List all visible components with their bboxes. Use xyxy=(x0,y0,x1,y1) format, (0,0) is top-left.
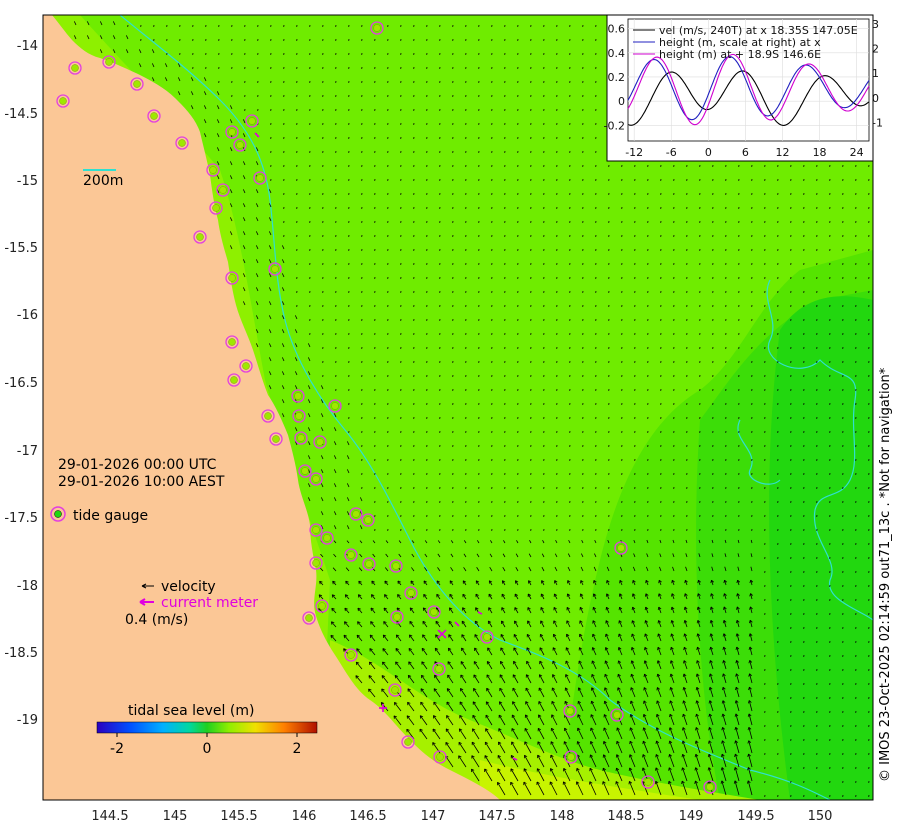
lon-tick-label: 148 xyxy=(550,809,575,824)
inset-y-right-tick-label: -1 xyxy=(872,117,883,130)
inset-y-left-tick-label: 0.6 xyxy=(608,23,626,36)
lat-tick-label: -15.5 xyxy=(4,241,38,256)
current-meter-legend-label: current meter xyxy=(161,595,258,611)
lon-tick-label: 144.5 xyxy=(91,809,128,824)
lon-tick-label: 148.5 xyxy=(607,809,644,824)
lat-tick-label: -16 xyxy=(17,308,38,323)
inset-x-tick-label: 12 xyxy=(775,146,789,159)
lon-tick-label: 150 xyxy=(808,809,833,824)
lat-tick-label: -14 xyxy=(17,39,38,54)
colorbar-tick-label: 2 xyxy=(293,741,302,757)
sea-deep-zone xyxy=(769,296,873,800)
date-utc: 29-01-2026 00:00 UTC xyxy=(58,457,217,473)
lat-tick-label: -18.5 xyxy=(4,646,38,661)
date-local: 29-01-2026 10:00 AEST xyxy=(58,474,225,490)
lon-tick-label: 149.5 xyxy=(737,809,774,824)
lat-tick-label: -17.5 xyxy=(4,511,38,526)
inset-x-tick-label: 18 xyxy=(813,146,827,159)
tide-gauge-legend-label: tide gauge xyxy=(73,508,148,524)
lon-tick-label: 145.5 xyxy=(220,809,257,824)
imos-credit: © IMOS 23-Oct-2025 02:14:59 out71_13c . … xyxy=(878,367,893,782)
lat-tick-label: -14.5 xyxy=(4,107,38,122)
lon-tick-label: 146.5 xyxy=(349,809,386,824)
lat-tick-label: -15 xyxy=(17,174,38,189)
longitude-axis: 144.5 145 145.5 146 146.5 147 147.5 148 148.5 149… xyxy=(91,809,832,824)
colorbar-gradient xyxy=(96,721,318,734)
inset-y-left-tick-label: -0.2 xyxy=(604,119,625,132)
scale-bar-label: 200m xyxy=(83,173,123,189)
inset-timeseries-chart: -12 -6 0 6 12 18 240.60.40.20-0.23210-1 vel (m… xyxy=(604,14,883,162)
lon-tick-label: 149 xyxy=(679,809,704,824)
inset-y-right-tick-label: 1 xyxy=(872,67,879,80)
lon-tick-label: 147.5 xyxy=(478,809,515,824)
inset-x-tick-label: 24 xyxy=(850,146,864,159)
lon-tick-label: 147 xyxy=(421,809,446,824)
lat-tick-label: -16.5 xyxy=(4,376,38,391)
inset-y-left-tick-label: 0.4 xyxy=(608,47,626,60)
lat-tick-label: -17 xyxy=(17,444,38,459)
lat-tick-label: -19 xyxy=(17,713,38,728)
inset-x-tick-label: 0 xyxy=(705,146,712,159)
colorbar-tick-label: 0 xyxy=(203,741,212,757)
velocity-legend-label: velocity xyxy=(161,579,216,595)
colorbar-tick-label: -2 xyxy=(110,741,124,757)
colorbar-title: tidal sea level (m) xyxy=(128,703,254,719)
inset-y-right-tick-label: 2 xyxy=(872,43,879,56)
lon-tick-label: 145 xyxy=(163,809,188,824)
lon-tick-label: 146 xyxy=(292,809,317,824)
inset-y-right-tick-label: 0 xyxy=(872,92,879,105)
lat-tick-label: -18 xyxy=(17,579,38,594)
inset-x-tick-label: -6 xyxy=(666,146,677,159)
inset-y-right-tick-label: 3 xyxy=(872,18,879,31)
inset-x-tick-label: -12 xyxy=(625,146,643,159)
inset-y-left-tick-label: 0 xyxy=(618,95,625,108)
inset-legend-height-plus: height (m) at + 18.9S 146.6E xyxy=(659,48,821,61)
latitude-axis: -14 -14.5 -15 -15.5 -16 -16.5 -17 -17.5 -18 -18.5… xyxy=(4,39,38,728)
inset-y-left-tick-label: 0.2 xyxy=(608,71,626,84)
inset-x-tick-label: 6 xyxy=(742,146,749,159)
velocity-scale-label: 0.4 (m/s) xyxy=(125,612,188,628)
